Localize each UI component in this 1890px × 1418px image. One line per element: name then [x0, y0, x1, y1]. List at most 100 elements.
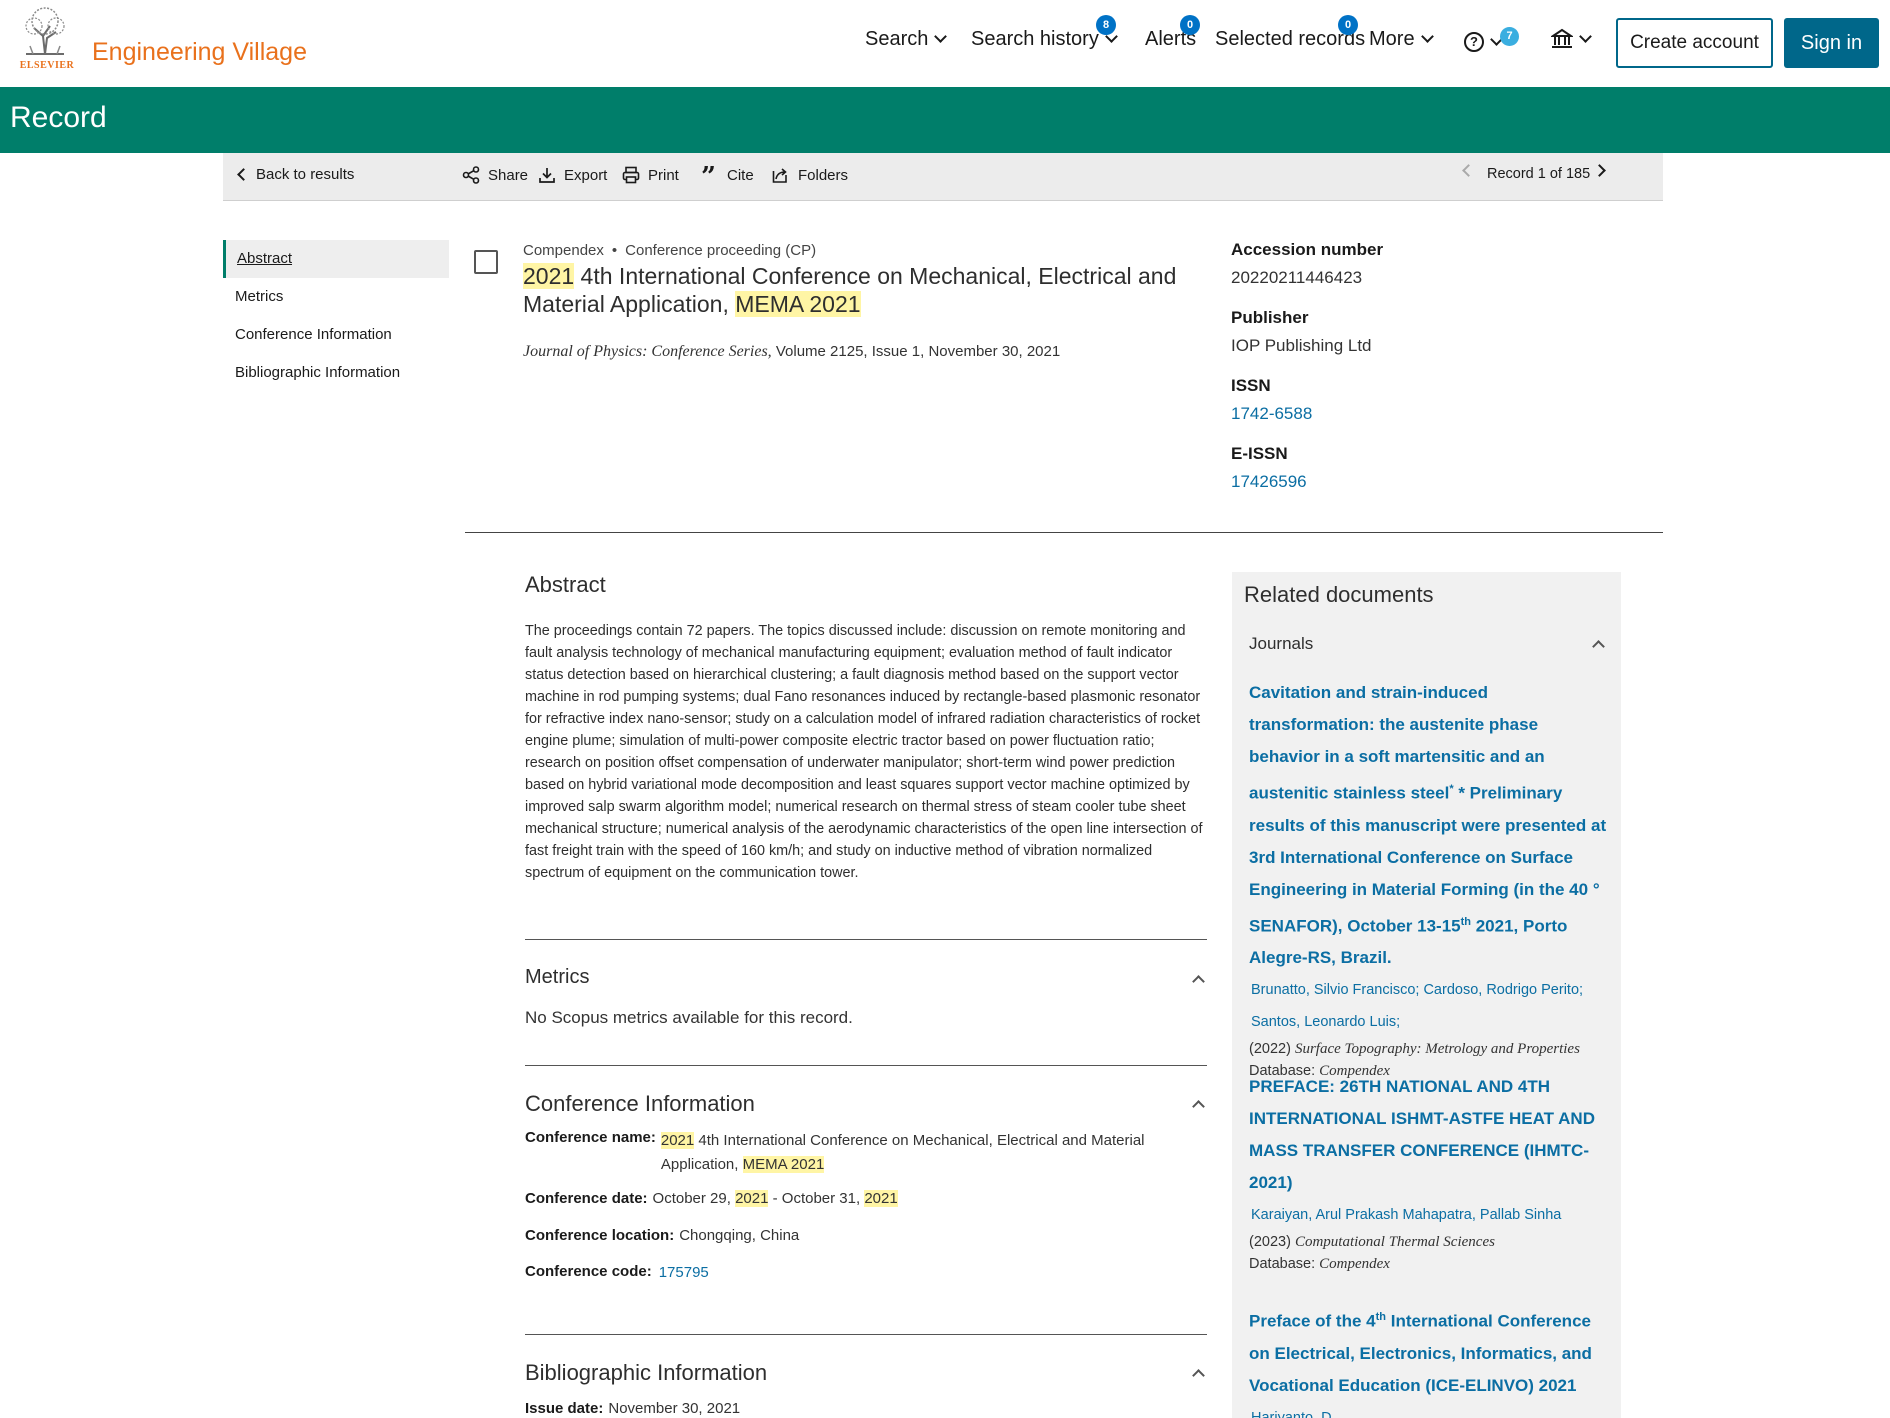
related-document-title[interactable]: Cavitation and strain-induced transforma… — [1249, 677, 1609, 974]
abstract-text: The proceedings contain 72 papers. The t… — [525, 623, 1203, 881]
conference-heading[interactable]: Conference Information — [525, 1091, 755, 1117]
record-position: Record 1 of 185 — [1487, 166, 1591, 182]
conference-name: 2021 4th International Conference on Mec… — [660, 1129, 1208, 1177]
related-document-title[interactable]: Preface of the 4th International Confere… — [1249, 1301, 1609, 1402]
chevron-down-icon — [934, 30, 948, 43]
nav-more[interactable]: More — [1369, 28, 1434, 51]
source-citation: Journal of Physics: Conference Series, V… — [523, 343, 1060, 361]
title-part: * Preliminary results of this manuscript… — [1249, 783, 1607, 936]
nav-search[interactable]: Search — [865, 28, 948, 51]
toc-conference-information[interactable]: Conference Information — [223, 316, 449, 354]
record-title: 2021 4th International Conference on Mec… — [523, 262, 1183, 318]
title-part: Preface of the 4 — [1249, 1311, 1376, 1331]
share-button[interactable]: Share — [462, 166, 528, 184]
journal-name: Journal of Physics: Conference Series, — [523, 343, 772, 360]
publication-journal: Computational Thermal Sciences — [1294, 1234, 1495, 1250]
folders-button[interactable]: Folders — [772, 166, 848, 184]
related-document: PREFACE: 26TH NATIONAL AND 4TH INTERNATI… — [1249, 1071, 1609, 1275]
download-icon — [539, 168, 555, 183]
metrics-heading[interactable]: Metrics — [525, 966, 589, 989]
conference-code-link[interactable]: 175795 — [659, 1263, 709, 1283]
related-group-journals[interactable]: Journals — [1249, 634, 1313, 654]
database-value: Compendex — [1319, 1256, 1390, 1272]
highlight-term: 2021 — [735, 1190, 769, 1207]
history-count-badge: 8 — [1096, 15, 1116, 35]
conference-name-label: Conference name: — [525, 1129, 656, 1146]
share-label: Share — [488, 166, 529, 184]
highlight-term: 2021 — [864, 1190, 898, 1207]
help-icon: ? — [1464, 32, 1484, 52]
separator-dot: • — [611, 242, 618, 259]
toc-bibliographic-information[interactable]: Bibliographic Information — [223, 354, 449, 392]
nav-search-label: Search — [865, 28, 929, 50]
conference-code-row: Conference code: 175795 — [525, 1263, 709, 1283]
sign-in-button[interactable]: Sign in — [1784, 18, 1879, 68]
previous-record-button[interactable] — [1462, 164, 1475, 177]
highlight-term: MEMA 2021 — [742, 1156, 825, 1173]
issue-info: Volume 2125, Issue 1, November 30, 2021 — [771, 343, 1061, 360]
title-superscript: th — [1460, 915, 1471, 928]
collapse-bibliographic-icon[interactable] — [1192, 1369, 1205, 1382]
related-heading: Related documents — [1244, 582, 1434, 607]
bibliographic-heading[interactable]: Bibliographic Information — [525, 1360, 767, 1386]
toc-metrics[interactable]: Metrics — [223, 278, 449, 316]
folders-label: Folders — [798, 166, 849, 184]
publisher-label: Publisher — [1231, 308, 1309, 327]
chevron-down-icon — [1579, 29, 1592, 43]
section-navigation: Abstract Metrics Conference Information … — [223, 240, 449, 392]
product-name[interactable]: Engineering Village — [92, 38, 307, 67]
nav-help[interactable]: ? — [1464, 32, 1503, 52]
related-document-authors[interactable]: Karaiyan, Arul Prakash Mahapatra, Pallab… — [1249, 1199, 1609, 1231]
related-document-title[interactable]: PREFACE: 26TH NATIONAL AND 4TH INTERNATI… — [1249, 1071, 1609, 1199]
folder-add-icon — [772, 168, 787, 183]
cite-button[interactable]: ” Cite — [701, 164, 754, 190]
publication-journal: Surface Topography: Metrology and Proper… — [1294, 1041, 1580, 1058]
related-document-authors[interactable]: Hariyanto, D. — [1249, 1402, 1609, 1418]
conference-date-row: Conference date: October 29, 2021 - Octo… — [525, 1190, 898, 1207]
related-document-publication: (2023) Computational Thermal Sciences — [1249, 1231, 1609, 1253]
accession-label: Accession number — [1231, 240, 1384, 259]
conference-name-row: Conference name: 2021 4th International … — [525, 1129, 1208, 1177]
export-button[interactable]: Export — [538, 166, 607, 184]
record-metadata: Accession number 20220211446423 Publishe… — [1231, 240, 1631, 512]
issue-date: November 30, 2021 — [608, 1400, 741, 1417]
chevron-right-icon — [1593, 164, 1606, 177]
chevron-down-icon — [1420, 30, 1434, 43]
share-icon — [462, 166, 480, 184]
publication-year: (2022) — [1249, 1041, 1295, 1058]
issn-link[interactable]: 1742-6588 — [1231, 404, 1631, 424]
section-divider — [525, 1334, 1207, 1335]
toc-abstract[interactable]: Abstract — [223, 240, 449, 278]
nav-institution[interactable] — [1551, 28, 1592, 50]
related-document-authors[interactable]: Brunatto, Silvio Francisco; Cardoso, Rod… — [1249, 974, 1609, 1038]
back-to-results-link[interactable]: Back to results — [237, 166, 354, 183]
conference-code-label: Conference code: — [525, 1263, 652, 1280]
abstract-heading: Abstract — [525, 572, 606, 597]
issue-date-row: Issue date: November 30, 2021 — [525, 1400, 740, 1417]
eissn-link[interactable]: 17426596 — [1231, 472, 1631, 492]
section-divider — [525, 1065, 1207, 1066]
selected-count-badge: 0 — [1338, 15, 1358, 35]
page-title: Record — [10, 101, 107, 134]
elsevier-tree-icon — [20, 6, 70, 56]
publisher-value: IOP Publishing Ltd — [1231, 336, 1372, 355]
issn-label: ISSN — [1231, 376, 1271, 395]
collapse-metrics-icon[interactable] — [1192, 975, 1205, 988]
elsevier-logo[interactable]: ELSEVIER — [14, 6, 76, 72]
database-label: Database: — [1249, 1256, 1320, 1272]
create-account-button[interactable]: Create account — [1616, 18, 1773, 68]
institution-icon — [1551, 28, 1573, 48]
database-name: Compendex — [523, 242, 604, 259]
date-end: - October 31, — [768, 1190, 865, 1207]
nav-search-history[interactable]: Search history — [971, 28, 1118, 51]
alerts-count-badge: 0 — [1180, 15, 1200, 35]
issue-date-label: Issue date: — [525, 1400, 604, 1417]
collapse-conference-icon[interactable] — [1192, 1100, 1205, 1113]
conference-date: October 29, 2021 - October 31, 2021 — [653, 1190, 898, 1207]
page-header-band: Record — [0, 87, 1890, 153]
print-button[interactable]: Print — [622, 166, 679, 184]
related-document: Cavitation and strain-induced transforma… — [1249, 677, 1609, 1082]
select-record-checkbox[interactable] — [474, 250, 498, 274]
next-record-button[interactable] — [1593, 164, 1606, 177]
record-toolbar: Back to results Share Export Print ” Cit… — [223, 153, 1663, 201]
